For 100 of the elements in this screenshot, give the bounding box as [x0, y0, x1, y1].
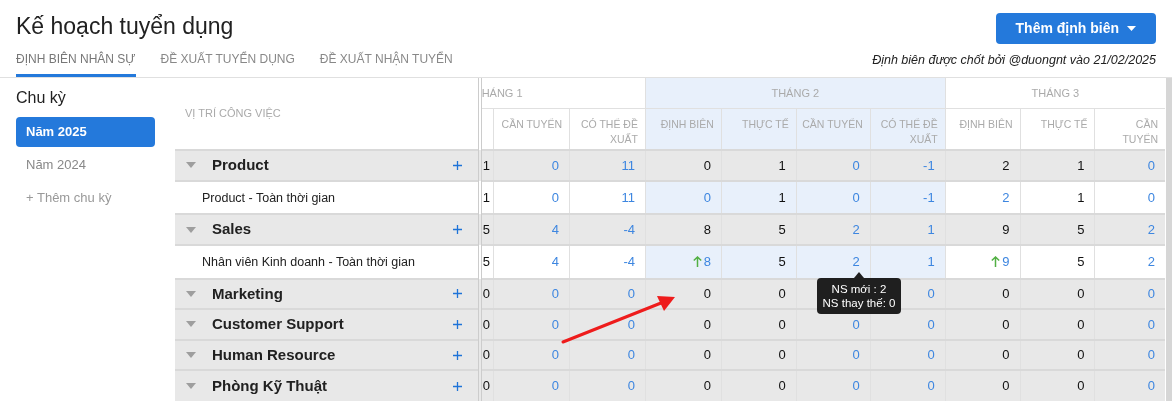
number-link[interactable]: 0: [852, 345, 860, 365]
number-link[interactable]: 0: [852, 187, 860, 208]
number-link[interactable]: 0: [927, 314, 935, 335]
number-cell-text: 0: [778, 315, 786, 334]
number-cell-text: 0: [1077, 285, 1085, 304]
number-link[interactable]: 0: [551, 284, 560, 304]
number-cell-text: 0: [1002, 315, 1010, 334]
number-link[interactable]: 0: [852, 376, 860, 396]
number-link[interactable]: -1: [923, 155, 935, 176]
number-cell-text: 0: [482, 377, 490, 396]
tab[interactable]: ĐỀ XUẤT TUYỂN DỤNG: [160, 48, 295, 77]
number-link[interactable]: 0: [927, 284, 935, 304]
number-link[interactable]: -4: [623, 251, 635, 272]
number-cell-text: 0: [482, 315, 490, 334]
plus-icon[interactable]: [452, 160, 462, 170]
tab[interactable]: ĐỀ XUẤT NHẬN TUYỂN: [319, 48, 453, 77]
number-link[interactable]: -1: [923, 187, 935, 208]
number-link[interactable]: 0: [1147, 284, 1155, 304]
cycle-item[interactable]: Năm 2024: [16, 150, 155, 180]
number-cell-text: 0: [778, 285, 786, 304]
number-link[interactable]: 1: [927, 251, 935, 272]
caret-down-icon[interactable]: [186, 226, 196, 233]
number-cell-text: 8: [703, 220, 711, 239]
number-cell-text: 5: [778, 252, 786, 271]
scrollbar[interactable]: [1166, 78, 1172, 401]
plus-icon[interactable]: [452, 225, 462, 235]
number-cell-text: 1: [482, 188, 490, 207]
number-cell-text: 5: [1077, 220, 1085, 239]
number-link[interactable]: 0: [551, 187, 560, 208]
number-link[interactable]: 8: [703, 251, 711, 272]
number-link[interactable]: -4: [623, 219, 635, 240]
number-link[interactable]: 0: [1147, 376, 1155, 396]
number-link[interactable]: 0: [1147, 345, 1155, 365]
number-cell-text: 0: [703, 315, 711, 334]
number-link[interactable]: 0: [627, 314, 635, 335]
number-link[interactable]: 0: [1147, 314, 1155, 335]
number-link[interactable]: 0: [1147, 187, 1155, 208]
column-header: ĐỊNH BIÊN: [945, 108, 1021, 150]
number-link[interactable]: 0: [551, 376, 560, 396]
column-header: CÓ THỂ ĐỀ XUẤT: [569, 108, 646, 150]
caret-down-icon[interactable]: [186, 290, 196, 297]
number-link[interactable]: 9: [1002, 251, 1010, 272]
number-link[interactable]: 2: [1147, 251, 1155, 272]
number-link[interactable]: 1: [927, 219, 935, 240]
number-link[interactable]: 2: [1147, 219, 1155, 240]
plus-icon[interactable]: [452, 381, 462, 391]
number-cell-text: 2: [1002, 156, 1010, 175]
number-cell-text: 0: [703, 346, 711, 365]
number-link[interactable]: 0: [627, 345, 635, 365]
number-link[interactable]: 2: [852, 219, 860, 240]
number-cell-text: 0: [778, 377, 786, 396]
number-link[interactable]: 11: [621, 187, 635, 208]
plus-icon[interactable]: [452, 319, 462, 329]
number-cell-text: 9: [1002, 220, 1010, 239]
tooltip-pointer: [854, 272, 864, 278]
number-link[interactable]: 0: [551, 345, 560, 365]
number-link[interactable]: 0: [927, 345, 935, 365]
tab[interactable]: ĐỊNH BIÊN NHÂN SỰ: [16, 48, 136, 77]
number-link[interactable]: 0: [1147, 155, 1155, 176]
number-cell-text: 0: [1002, 346, 1010, 365]
number-cell-text: 0: [703, 285, 711, 304]
number-cell-text: 1: [1077, 188, 1085, 207]
department-name: Sales: [212, 219, 253, 240]
number-cell-text: 1: [1077, 156, 1085, 175]
number-cell-text: 0: [1002, 285, 1010, 304]
caret-down-icon[interactable]: [186, 352, 196, 359]
number-cell-text: 0: [703, 156, 711, 175]
plus-icon[interactable]: [452, 289, 462, 299]
number-link[interactable]: 4: [551, 219, 560, 240]
add-headcount-button[interactable]: Thêm định biên: [995, 13, 1156, 44]
month-header: THÁNG 2: [645, 78, 946, 108]
number-link[interactable]: 2: [852, 251, 860, 272]
caret-down-icon[interactable]: [186, 383, 196, 390]
department-name: Marketing: [212, 283, 284, 304]
caret-down-icon: [1127, 26, 1136, 31]
add-cycle-link[interactable]: + Thêm chu kỳ: [16, 183, 155, 213]
number-link[interactable]: 0: [852, 155, 860, 176]
number-link[interactable]: 0: [551, 314, 560, 335]
plus-icon[interactable]: [452, 350, 462, 360]
number-link[interactable]: 0: [852, 314, 860, 335]
department-name: Customer Support: [212, 314, 345, 335]
number-link[interactable]: 4: [551, 251, 560, 272]
cycle-item[interactable]: Năm 2025: [16, 117, 155, 147]
number-link[interactable]: 0: [627, 284, 635, 304]
number-cell-text: 1: [778, 156, 786, 175]
number-link[interactable]: 0: [627, 376, 635, 396]
number-link[interactable]: 0: [703, 187, 711, 208]
caret-down-icon[interactable]: [186, 162, 196, 169]
column-header: CẦN TUYỂN: [796, 108, 871, 150]
number-cell-text: 0: [482, 285, 490, 304]
number-cell-text: 1: [482, 156, 490, 175]
caret-down-icon[interactable]: [186, 321, 196, 328]
number-link[interactable]: 2: [1002, 187, 1010, 208]
number-link[interactable]: 11: [621, 155, 635, 176]
number-cell-text: 5: [482, 252, 490, 271]
number-cell-text: 0: [1002, 377, 1010, 396]
number-cell-text: 0: [703, 377, 711, 396]
number-link[interactable]: 0: [551, 155, 560, 176]
column-header: THỰC TẾ: [721, 108, 797, 150]
number-link[interactable]: 0: [927, 376, 935, 396]
